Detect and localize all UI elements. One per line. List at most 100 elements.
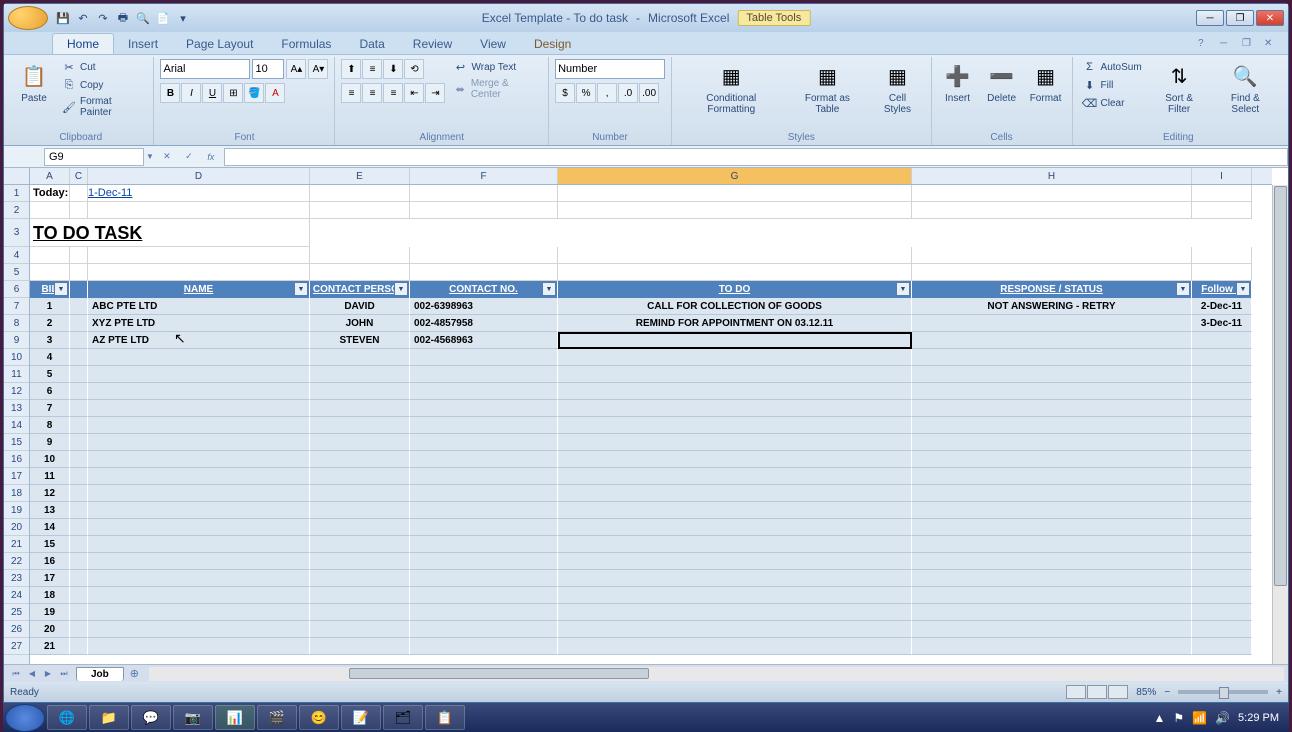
table-cell[interactable]: [410, 570, 558, 587]
row-header-4[interactable]: 4: [4, 247, 29, 264]
zoom-slider[interactable]: [1178, 690, 1268, 694]
underline-button[interactable]: U: [202, 83, 222, 103]
table-cell[interactable]: [1192, 536, 1252, 553]
table-cell[interactable]: [310, 383, 410, 400]
table-header[interactable]: BIL▼: [30, 281, 70, 298]
italic-button[interactable]: I: [181, 83, 201, 103]
table-cell[interactable]: [1192, 400, 1252, 417]
table-cell[interactable]: [1192, 587, 1252, 604]
table-cell[interactable]: [558, 451, 912, 468]
table-cell[interactable]: [70, 400, 88, 417]
view-layout-button[interactable]: [1087, 685, 1107, 699]
table-cell[interactable]: [88, 485, 310, 502]
table-cell[interactable]: 19: [30, 604, 70, 621]
indent-dec-button[interactable]: ⇤: [404, 83, 424, 103]
table-cell[interactable]: [70, 553, 88, 570]
tray-flag-icon[interactable]: ⚑: [1173, 711, 1184, 725]
table-cell[interactable]: 17: [30, 570, 70, 587]
tab-view[interactable]: View: [466, 34, 520, 54]
table-cell[interactable]: [912, 502, 1192, 519]
font-name-select[interactable]: [160, 59, 250, 79]
table-cell[interactable]: [70, 536, 88, 553]
tab-formulas[interactable]: Formulas: [267, 34, 345, 54]
table-cell[interactable]: [1192, 332, 1252, 349]
table-cell[interactable]: [88, 434, 310, 451]
table-cell[interactable]: [410, 383, 558, 400]
column-header-E[interactable]: E: [310, 168, 410, 184]
row-header-24[interactable]: 24: [4, 587, 29, 604]
table-cell[interactable]: [912, 604, 1192, 621]
table-cell[interactable]: [88, 638, 310, 655]
table-cell[interactable]: [558, 621, 912, 638]
tab-page-layout[interactable]: Page Layout: [172, 34, 267, 54]
table-cell[interactable]: [310, 349, 410, 366]
table-cell[interactable]: [558, 383, 912, 400]
print-icon[interactable]: 🖶: [114, 9, 132, 27]
table-cell[interactable]: [88, 604, 310, 621]
table-cell[interactable]: [88, 451, 310, 468]
table-cell[interactable]: 7: [30, 400, 70, 417]
task-excel[interactable]: 📊: [215, 705, 255, 730]
table-cell[interactable]: [70, 638, 88, 655]
align-middle-button[interactable]: ≡: [362, 59, 382, 79]
font-size-select[interactable]: [252, 59, 284, 79]
fill-color-button[interactable]: 🪣: [244, 83, 264, 103]
table-cell[interactable]: 13: [30, 502, 70, 519]
name-box-dropdown-icon[interactable]: ▼: [146, 152, 154, 161]
table-cell[interactable]: AZ PTE LTD: [88, 332, 310, 349]
row-header-3[interactable]: 3: [4, 219, 29, 247]
row-header-17[interactable]: 17: [4, 468, 29, 485]
format-button[interactable]: ▦Format: [1026, 59, 1066, 106]
table-cell[interactable]: [1192, 502, 1252, 519]
cut-button[interactable]: ✂Cut: [58, 59, 147, 75]
row-header-5[interactable]: 5: [4, 264, 29, 281]
table-cell[interactable]: 1: [30, 298, 70, 315]
filter-icon[interactable]: ▼: [54, 282, 68, 296]
task-ie[interactable]: 🌐: [47, 705, 87, 730]
cells-area[interactable]: Today:1-Dec-11TO DO TASKBIL▼NAME▼CONTACT…: [30, 185, 1272, 664]
table-cell[interactable]: [558, 553, 912, 570]
active-cell[interactable]: [558, 332, 912, 349]
table-cell[interactable]: 4: [30, 349, 70, 366]
table-cell[interactable]: [558, 366, 912, 383]
row-header-14[interactable]: 14: [4, 417, 29, 434]
table-cell[interactable]: [912, 536, 1192, 553]
table-cell[interactable]: [410, 604, 558, 621]
table-cell[interactable]: [912, 485, 1192, 502]
table-cell[interactable]: [410, 536, 558, 553]
table-cell[interactable]: 2-Dec-11: [1192, 298, 1252, 315]
table-cell[interactable]: [410, 366, 558, 383]
align-center-button[interactable]: ≡: [362, 83, 382, 103]
table-cell[interactable]: 21: [30, 638, 70, 655]
table-cell[interactable]: 12: [30, 485, 70, 502]
table-cell[interactable]: [912, 332, 1192, 349]
row-header-19[interactable]: 19: [4, 502, 29, 519]
table-cell[interactable]: [558, 604, 912, 621]
table-cell[interactable]: [310, 621, 410, 638]
fx-icon[interactable]: fx: [202, 149, 220, 165]
table-cell[interactable]: NOT ANSWERING - RETRY: [912, 298, 1192, 315]
task-app5[interactable]: 📝: [341, 705, 381, 730]
doc-close-icon[interactable]: ✕: [1264, 38, 1280, 54]
task-app6[interactable]: 🗂: [383, 705, 423, 730]
indent-inc-button[interactable]: ⇥: [425, 83, 445, 103]
zoom-out-icon[interactable]: −: [1164, 687, 1170, 698]
row-header-10[interactable]: 10: [4, 349, 29, 366]
row-header-6[interactable]: 6: [4, 281, 29, 298]
table-cell[interactable]: [410, 485, 558, 502]
table-cell[interactable]: [1192, 604, 1252, 621]
minimize-button[interactable]: ─: [1196, 10, 1224, 26]
table-cell[interactable]: [70, 485, 88, 502]
sheet-last-icon[interactable]: ⏭: [56, 667, 72, 681]
table-cell[interactable]: [70, 587, 88, 604]
table-cell[interactable]: ABC PTE LTD: [88, 298, 310, 315]
table-cell[interactable]: 16: [30, 553, 70, 570]
row-header-1[interactable]: 1: [4, 185, 29, 202]
table-cell[interactable]: [1192, 570, 1252, 587]
sheet-first-icon[interactable]: ⏮: [8, 667, 24, 681]
row-header-9[interactable]: 9: [4, 332, 29, 349]
orientation-button[interactable]: ⟲: [404, 59, 424, 79]
table-cell[interactable]: [310, 604, 410, 621]
table-cell[interactable]: [88, 553, 310, 570]
table-cell[interactable]: 5: [30, 366, 70, 383]
